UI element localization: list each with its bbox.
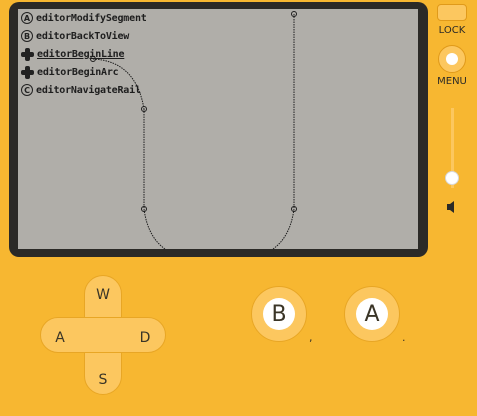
menu-item-label: editorBeginLine <box>37 48 125 60</box>
b-button-label: B <box>263 298 295 330</box>
rail-track-drawing <box>90 11 297 249</box>
lock-button[interactable] <box>437 4 467 21</box>
a-button-label: A <box>356 298 388 330</box>
b-button-key-hint: , <box>309 331 313 344</box>
menu-item-modify-segment[interactable]: A editorModifySegment <box>21 10 147 26</box>
dpad-down-key-label: S <box>98 372 108 388</box>
game-screen[interactable]: A editorModifySegment B editorBackToView… <box>18 9 418 249</box>
b-button-icon: B <box>21 30 33 42</box>
speaker-icon[interactable] <box>446 200 458 214</box>
dpad-icon <box>21 65 34 79</box>
crank-slider-knob[interactable] <box>445 171 459 186</box>
dpad[interactable]: W A D S <box>40 275 166 395</box>
lock-label: LOCK <box>438 25 466 36</box>
b-button[interactable]: B <box>251 286 307 342</box>
menu-button[interactable] <box>438 45 466 73</box>
menu-item-label: editorBackToView <box>36 30 130 42</box>
a-button-key-hint: . <box>402 331 406 344</box>
menu-item-begin-line[interactable]: editorBeginLine <box>21 46 125 62</box>
menu-item-label: editorNavigateRail <box>36 84 141 96</box>
dpad-up-key-label: W <box>96 287 110 303</box>
dpad-right-key-label: D <box>139 330 151 346</box>
menu-item-back-to-view[interactable]: B editorBackToView <box>21 28 129 44</box>
a-button-icon: A <box>21 12 33 24</box>
dpad-center <box>85 318 121 352</box>
menu-item-label: editorModifySegment <box>36 12 147 24</box>
menu-item-label: editorBeginArc <box>37 66 119 78</box>
menu-label: MENU <box>437 76 467 87</box>
dpad-icon <box>21 47 34 61</box>
dpad-left-key-label: A <box>55 330 65 346</box>
crank-icon: C <box>21 84 33 96</box>
a-button[interactable]: A <box>344 286 400 342</box>
menu-item-navigate-rail[interactable]: C editorNavigateRail <box>21 82 141 98</box>
menu-item-begin-arc[interactable]: editorBeginArc <box>21 64 119 80</box>
